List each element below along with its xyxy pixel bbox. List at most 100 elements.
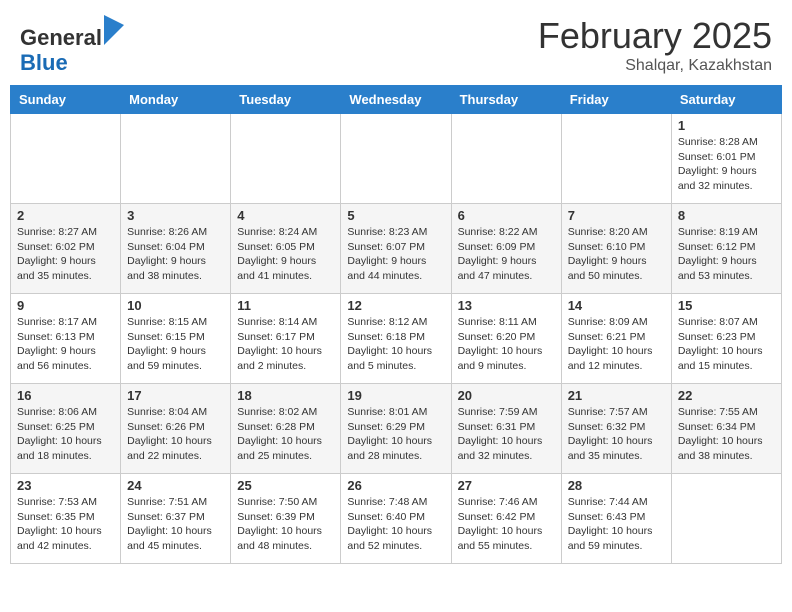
day-number: 5 — [347, 208, 444, 223]
day-info: Sunrise: 7:59 AM Sunset: 6:31 PM Dayligh… — [458, 405, 555, 464]
day-info: Sunrise: 7:44 AM Sunset: 6:43 PM Dayligh… — [568, 495, 665, 554]
day-info: Sunrise: 8:17 AM Sunset: 6:13 PM Dayligh… — [17, 315, 114, 374]
calendar-cell: 2Sunrise: 8:27 AM Sunset: 6:02 PM Daylig… — [11, 204, 121, 294]
calendar-cell: 4 Sunrise: 8:24 AM Sunset: 6:05 PM Daylig… — [231, 204, 341, 294]
logo-icon — [104, 15, 124, 45]
calendar-cell: 7 Sunrise: 8:20 AM Sunset: 6:10 PM Daylig… — [561, 204, 671, 294]
day-info: Sunrise: 8:28 AM Sunset: 6:01 PM Dayligh… — [678, 135, 775, 194]
logo: General Blue — [20, 15, 124, 74]
weekday-header-friday: Friday — [561, 86, 671, 114]
calendar-cell: 8 Sunrise: 8:19 AM Sunset: 6:12 PM Daylig… — [671, 204, 781, 294]
day-number: 9 — [17, 298, 114, 313]
calendar-week-2: 9 Sunrise: 8:17 AM Sunset: 6:13 PM Daylig… — [11, 294, 782, 384]
day-number: 27 — [458, 478, 555, 493]
calendar-cell: 21 Sunrise: 7:57 AM Sunset: 6:32 PM Dayli… — [561, 384, 671, 474]
day-number: 28 — [568, 478, 665, 493]
day-info: Sunrise: 7:53 AM Sunset: 6:35 PM Dayligh… — [17, 495, 114, 554]
day-number: 16 — [17, 388, 114, 403]
day-info: Sunrise: 8:19 AM Sunset: 6:12 PM Dayligh… — [678, 225, 775, 284]
calendar-cell — [121, 114, 231, 204]
weekday-header-thursday: Thursday — [451, 86, 561, 114]
calendar-cell: 26Sunrise: 7:48 AM Sunset: 6:40 PM Dayli… — [341, 474, 451, 564]
day-number: 10 — [127, 298, 224, 313]
calendar-cell: 25 Sunrise: 7:50 AM Sunset: 6:39 PM Dayli… — [231, 474, 341, 564]
day-number: 26 — [347, 478, 444, 493]
day-info: Sunrise: 8:24 AM Sunset: 6:05 PM Dayligh… — [237, 225, 334, 284]
day-info: Sunrise: 8:22 AM Sunset: 6:09 PM Dayligh… — [458, 225, 555, 284]
calendar-cell: 27 Sunrise: 7:46 AM Sunset: 6:42 PM Dayli… — [451, 474, 561, 564]
day-number: 3 — [127, 208, 224, 223]
day-number: 22 — [678, 388, 775, 403]
logo-general-text: General — [20, 25, 102, 50]
calendar-week-0: 1 Sunrise: 8:28 AM Sunset: 6:01 PM Daylig… — [11, 114, 782, 204]
day-number: 12 — [347, 298, 444, 313]
day-info: Sunrise: 8:15 AM Sunset: 6:15 PM Dayligh… — [127, 315, 224, 374]
day-info: Sunrise: 8:26 AM Sunset: 6:04 PM Dayligh… — [127, 225, 224, 284]
calendar-cell: 22 Sunrise: 7:55 AM Sunset: 6:34 PM Dayli… — [671, 384, 781, 474]
day-info: Sunrise: 8:12 AM Sunset: 6:18 PM Dayligh… — [347, 315, 444, 374]
calendar-cell: 23Sunrise: 7:53 AM Sunset: 6:35 PM Dayli… — [11, 474, 121, 564]
calendar-cell: 16 Sunrise: 8:06 AM Sunset: 6:25 PM Dayli… — [11, 384, 121, 474]
calendar-cell: 17Sunrise: 8:04 AM Sunset: 6:26 PM Dayli… — [121, 384, 231, 474]
calendar-cell: 9 Sunrise: 8:17 AM Sunset: 6:13 PM Daylig… — [11, 294, 121, 384]
logo-blue-text: Blue — [20, 50, 68, 75]
calendar-cell: 20 Sunrise: 7:59 AM Sunset: 6:31 PM Dayli… — [451, 384, 561, 474]
title-block: February 2025 Shalqar, Kazakhstan — [538, 15, 772, 75]
day-info: Sunrise: 8:04 AM Sunset: 6:26 PM Dayligh… — [127, 405, 224, 464]
day-number: 6 — [458, 208, 555, 223]
calendar-cell: 5 Sunrise: 8:23 AM Sunset: 6:07 PM Daylig… — [341, 204, 451, 294]
calendar-cell: 13Sunrise: 8:11 AM Sunset: 6:20 PM Dayli… — [451, 294, 561, 384]
month-year: February 2025 — [538, 15, 772, 57]
calendar-cell: 14Sunrise: 8:09 AM Sunset: 6:21 PM Dayli… — [561, 294, 671, 384]
day-number: 18 — [237, 388, 334, 403]
day-number: 7 — [568, 208, 665, 223]
calendar-cell: 19 Sunrise: 8:01 AM Sunset: 6:29 PM Dayli… — [341, 384, 451, 474]
day-number: 14 — [568, 298, 665, 313]
day-info: Sunrise: 8:11 AM Sunset: 6:20 PM Dayligh… — [458, 315, 555, 374]
day-info: Sunrise: 8:06 AM Sunset: 6:25 PM Dayligh… — [17, 405, 114, 464]
location: Shalqar, Kazakhstan — [538, 57, 772, 75]
day-info: Sunrise: 8:23 AM Sunset: 6:07 PM Dayligh… — [347, 225, 444, 284]
page-header: General Blue February 2025 Shalqar, Kaza… — [0, 0, 792, 80]
day-number: 11 — [237, 298, 334, 313]
day-info: Sunrise: 8:02 AM Sunset: 6:28 PM Dayligh… — [237, 405, 334, 464]
calendar-week-3: 16 Sunrise: 8:06 AM Sunset: 6:25 PM Dayli… — [11, 384, 782, 474]
calendar-cell: 6 Sunrise: 8:22 AM Sunset: 6:09 PM Daylig… — [451, 204, 561, 294]
calendar-cell — [341, 114, 451, 204]
calendar-table: SundayMondayTuesdayWednesdayThursdayFrid… — [10, 85, 782, 564]
calendar-cell: 18 Sunrise: 8:02 AM Sunset: 6:28 PM Dayli… — [231, 384, 341, 474]
calendar-header: SundayMondayTuesdayWednesdayThursdayFrid… — [11, 86, 782, 114]
day-number: 19 — [347, 388, 444, 403]
day-info: Sunrise: 8:27 AM Sunset: 6:02 PM Dayligh… — [17, 225, 114, 284]
day-number: 21 — [568, 388, 665, 403]
day-info: Sunrise: 7:46 AM Sunset: 6:42 PM Dayligh… — [458, 495, 555, 554]
weekday-header-sunday: Sunday — [11, 86, 121, 114]
day-info: Sunrise: 8:20 AM Sunset: 6:10 PM Dayligh… — [568, 225, 665, 284]
day-number: 1 — [678, 118, 775, 133]
weekday-header-monday: Monday — [121, 86, 231, 114]
weekday-header-row: SundayMondayTuesdayWednesdayThursdayFrid… — [11, 86, 782, 114]
day-info: Sunrise: 7:57 AM Sunset: 6:32 PM Dayligh… — [568, 405, 665, 464]
day-info: Sunrise: 8:01 AM Sunset: 6:29 PM Dayligh… — [347, 405, 444, 464]
calendar-cell: 15Sunrise: 8:07 AM Sunset: 6:23 PM Dayli… — [671, 294, 781, 384]
calendar-wrapper: SundayMondayTuesdayWednesdayThursdayFrid… — [0, 85, 792, 574]
day-number: 8 — [678, 208, 775, 223]
calendar-cell: 11Sunrise: 8:14 AM Sunset: 6:17 PM Dayli… — [231, 294, 341, 384]
day-info: Sunrise: 7:50 AM Sunset: 6:39 PM Dayligh… — [237, 495, 334, 554]
calendar-cell: 10 Sunrise: 8:15 AM Sunset: 6:15 PM Dayli… — [121, 294, 231, 384]
calendar-cell — [451, 114, 561, 204]
calendar-cell: 3 Sunrise: 8:26 AM Sunset: 6:04 PM Daylig… — [121, 204, 231, 294]
weekday-header-tuesday: Tuesday — [231, 86, 341, 114]
day-number: 4 — [237, 208, 334, 223]
calendar-cell: 1 Sunrise: 8:28 AM Sunset: 6:01 PM Daylig… — [671, 114, 781, 204]
weekday-header-saturday: Saturday — [671, 86, 781, 114]
day-number: 20 — [458, 388, 555, 403]
day-number: 15 — [678, 298, 775, 313]
calendar-cell — [671, 474, 781, 564]
day-info: Sunrise: 7:55 AM Sunset: 6:34 PM Dayligh… — [678, 405, 775, 464]
day-number: 25 — [237, 478, 334, 493]
calendar-cell — [231, 114, 341, 204]
weekday-header-wednesday: Wednesday — [341, 86, 451, 114]
calendar-cell — [561, 114, 671, 204]
day-number: 24 — [127, 478, 224, 493]
